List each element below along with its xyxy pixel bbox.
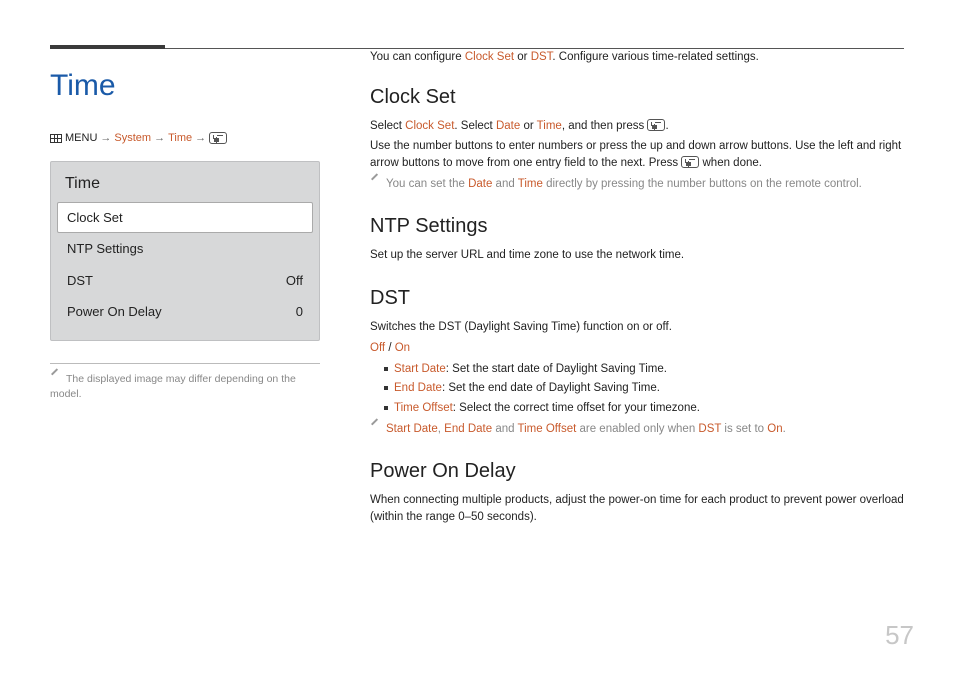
clock-set-line1: Select Clock Set. Select Date or Time, a… <box>370 118 904 135</box>
panel-item-clock-set[interactable]: Clock Set <box>57 202 313 234</box>
panel-item-power-on-delay[interactable]: Power On Delay 0 <box>57 296 313 328</box>
crumb-menu: MENU <box>65 130 97 147</box>
manual-page: Time MENU → System → Time → Time Clock S… <box>0 0 954 675</box>
panel-item-value: Off <box>286 271 303 291</box>
menu-grid-icon <box>50 134 62 143</box>
crumb-system: System <box>114 130 151 147</box>
settings-panel: Time Clock Set NTP Settings DST Off <box>50 161 320 341</box>
right-column: You can configure Clock Set or DST. Conf… <box>370 49 904 529</box>
enter-icon <box>209 132 227 144</box>
intro-text: You can configure Clock Set or DST. Conf… <box>370 49 904 66</box>
dst-bullet: Start Date: Set the start date of Daylig… <box>384 361 904 378</box>
ntp-body: Set up the server URL and time zone to u… <box>370 247 904 264</box>
panel-item-dst[interactable]: DST Off <box>57 265 313 297</box>
panel-item-ntp[interactable]: NTP Settings <box>57 233 313 265</box>
panel-item-label: DST <box>67 271 93 291</box>
clock-set-tip: You can set the Date and Time directly b… <box>370 176 904 193</box>
left-column: Time MENU → System → Time → Time Clock S… <box>50 49 320 529</box>
enter-icon <box>681 156 699 168</box>
panel-item-label: Clock Set <box>67 208 123 228</box>
pen-icon <box>370 178 380 188</box>
arrow-icon: → <box>100 130 111 147</box>
dst-body: Switches the DST (Daylight Saving Time) … <box>370 319 904 336</box>
panel-title: Time <box>51 162 319 202</box>
divider <box>50 363 320 364</box>
panel-item-label: NTP Settings <box>67 239 143 259</box>
section-heading-power-on-delay: Power On Delay <box>370 456 904 486</box>
panel-disclaimer: The displayed image may differ depending… <box>50 372 320 404</box>
dst-options: Off / On <box>370 340 904 357</box>
page-number: 57 <box>885 616 914 655</box>
clock-set-line2: Use the number buttons to enter numbers … <box>370 138 904 173</box>
section-heading-dst: DST <box>370 283 904 313</box>
pod-body: When connecting multiple products, adjus… <box>370 492 904 527</box>
crumb-time: Time <box>168 130 192 147</box>
breadcrumb: MENU → System → Time → <box>50 130 320 147</box>
dst-bullets: Start Date: Set the start date of Daylig… <box>384 361 904 417</box>
arrow-icon: → <box>154 130 165 147</box>
pen-icon <box>370 423 380 433</box>
section-heading-clock-set: Clock Set <box>370 82 904 112</box>
enter-icon <box>647 119 665 131</box>
arrow-icon: → <box>195 130 206 147</box>
panel-item-value: 0 <box>296 302 303 322</box>
panel-list: Clock Set NTP Settings DST Off Power On … <box>51 202 319 340</box>
pen-icon <box>50 373 60 383</box>
dst-bullet: Time Offset: Select the correct time off… <box>384 400 904 417</box>
section-heading-ntp: NTP Settings <box>370 211 904 241</box>
panel-item-label: Power On Delay <box>67 302 162 322</box>
dst-bullet: End Date: Set the end date of Daylight S… <box>384 380 904 397</box>
page-title: Time <box>50 63 320 108</box>
dst-tip: Start Date, End Date and Time Offset are… <box>370 421 904 438</box>
